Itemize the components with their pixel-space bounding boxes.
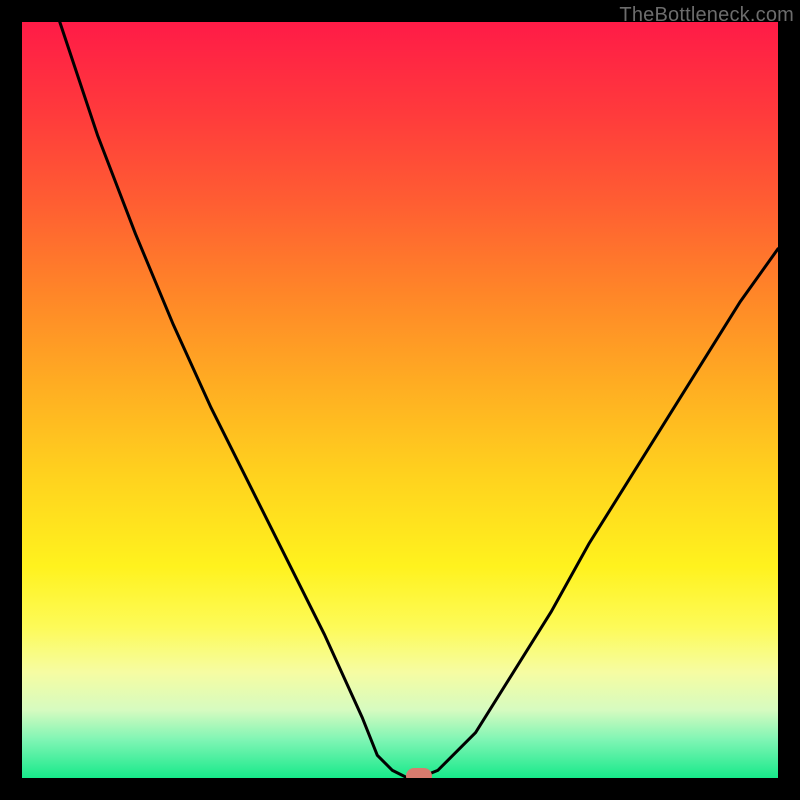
chart-stage: TheBottleneck.com [0,0,800,800]
optimal-point-marker [406,768,432,778]
plot-area [22,22,778,778]
bottleneck-curve [22,22,778,778]
watermark-text: TheBottleneck.com [619,4,794,27]
